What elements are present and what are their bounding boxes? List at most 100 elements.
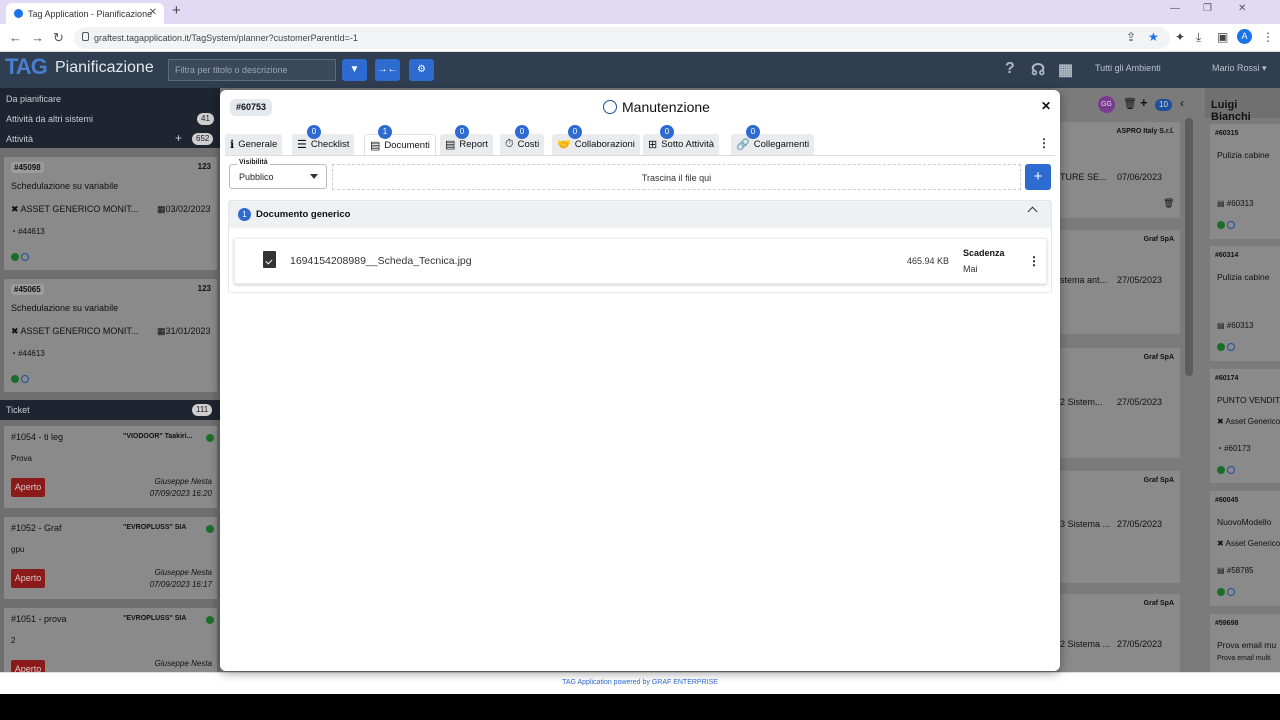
document-options-icon[interactable]: ⋮ [1028, 254, 1040, 268]
bg-card[interactable]: Graf SpA 2 Sistema ... 27/05/2023 [1060, 594, 1180, 672]
add-activity-icon[interactable]: + [175, 131, 182, 145]
add-icon[interactable]: + [1140, 95, 1148, 110]
ticket-customer: "EVROPLUSS" SIA [123, 524, 187, 531]
bg-card-trash-icon[interactable]: 🗑 [1163, 198, 1174, 209]
bg-card-text: 2 Sistem... [1060, 397, 1103, 407]
status-empty-dot [21, 375, 29, 383]
apps-grid-icon[interactable]: ▦ [1058, 60, 1073, 80]
more-options-icon[interactable]: ⋮ [1038, 136, 1050, 150]
settings-button[interactable]: ⚙ [409, 59, 434, 81]
document-group-title: Documento generico [256, 209, 351, 220]
browser-tab-bar: Tag Application - Pianificazione ✕ + — ❐… [0, 0, 1280, 24]
tab-label: Documenti [384, 139, 430, 151]
url-field[interactable]: graftest.tagapplication.it/TagSystem/pla… [74, 27, 1170, 49]
share-icon[interactable]: ⇪ [1126, 30, 1136, 44]
gg-avatar[interactable]: GG [1098, 96, 1115, 113]
ticket-card[interactable]: #1054 - ti leg "VIODOOR" Taakiri... Prov… [4, 426, 217, 508]
ticket-date: 07/09/2023 16:17 [149, 580, 212, 589]
bg-card-text: 3 Sistema ... [1060, 519, 1111, 529]
search-input[interactable]: Filtra per titolo o descrizione [168, 59, 336, 81]
file-dropzone[interactable]: Trascina il file qui [332, 164, 1021, 190]
bg-card-ref-text: #58785 [1226, 566, 1254, 575]
close-tab-icon[interactable]: ✕ [149, 7, 157, 18]
download-icon[interactable]: ⤓ [1196, 30, 1201, 45]
status-circle-icon [603, 100, 617, 114]
altri-sistemi-label[interactable]: Attività da altri sistemi [6, 114, 93, 124]
status-empty-dot [1227, 466, 1235, 474]
environment-selector[interactable]: Tutti gli Ambienti [1095, 63, 1161, 73]
bg-card-text: stema ant... [1060, 275, 1108, 285]
card-date-text: 03/02/2023 [165, 204, 211, 214]
collapse-button[interactable]: →← [375, 59, 400, 81]
document-group-header[interactable] [229, 201, 1051, 228]
bg-card[interactable]: Graf SpA 2 Sistem... 27/05/2023 [1060, 348, 1180, 458]
forward-icon[interactable]: → [31, 30, 44, 45]
document-name[interactable]: 1694154208989__Scheda_Tecnica.jpg [290, 255, 472, 267]
status-empty-dot [1227, 343, 1235, 351]
card-asset: ✖ ASSET GENERICO MONIT... [11, 204, 139, 214]
bg-card[interactable]: #60314 Pulizia cabine ▤ #60313 [1210, 246, 1280, 361]
user-menu[interactable]: Mario Rossi ▾ [1212, 63, 1267, 74]
ticket-card[interactable]: #1052 - Graf "EVROPLUSS" SIA gpu Aperto … [4, 517, 217, 599]
column-scrollbar[interactable] [1185, 118, 1193, 376]
card-date-text: 31/01/2023 [165, 326, 211, 336]
status-green-dot [1217, 343, 1225, 351]
bg-card[interactable]: ASPRO Italy S.r.l. TURE SE... 07/06/2023… [1060, 122, 1180, 218]
document-row[interactable]: 1694154208989__Scheda_Tecnica.jpg 465.94… [234, 238, 1047, 284]
bg-card[interactable]: #59698 Prova email mu Prova email multi [1210, 614, 1280, 672]
bg-card[interactable]: Graf SpA stema ant... 27/05/2023 [1060, 230, 1180, 334]
bg-card-id: #60174 [1215, 375, 1239, 382]
support-icon[interactable]: ☊ [1031, 60, 1045, 80]
bg-card-asset-text: Asset Generico [1225, 539, 1280, 548]
tab-documenti-badge: 1 [378, 125, 392, 139]
browser-menu-icon[interactable]: ⋮ [1262, 30, 1274, 44]
footer-text[interactable]: TAG Application powered by GRAF ENTERPRI… [0, 679, 1280, 686]
profile-avatar[interactable]: A [1237, 29, 1252, 44]
tab-checklist[interactable]: ☰ Checklist [292, 134, 355, 155]
new-tab-icon[interactable]: + [172, 2, 181, 19]
bg-card-id: #60314 [1215, 252, 1239, 259]
stopwatch-icon: ⏱ [505, 138, 514, 150]
bg-card-ref: ▤ #58785 [1217, 566, 1254, 575]
minimize-icon[interactable]: — [1170, 3, 1180, 14]
tab-collegamenti[interactable]: 🔗 Collegamenti [731, 134, 815, 155]
bg-card-title: Prova email mu [1217, 640, 1277, 650]
tab-generale[interactable]: ℹ Generale [225, 134, 283, 155]
status-dots [1217, 466, 1235, 474]
da-pianificare-label[interactable]: Da pianificare [6, 94, 61, 104]
activity-card[interactable]: #45098 123 Schedulazione su variabile ✖ … [4, 157, 217, 270]
add-document-button[interactable]: + [1025, 164, 1051, 190]
status-green-dot [1217, 466, 1225, 474]
bg-card[interactable]: #60045 NuovoModello ✖ Asset Generico ▤ #… [1210, 491, 1280, 606]
reload-icon[interactable]: ↻ [53, 30, 64, 46]
browser-tab[interactable]: Tag Application - Pianificazione ✕ [6, 3, 164, 24]
attivita-label[interactable]: Attività [6, 134, 33, 144]
ticket-card[interactable]: #1051 - prova "EVROPLUSS" SIA 2 Aperto G… [4, 608, 217, 679]
filter-button[interactable]: ▼ [342, 59, 367, 81]
tab-label: Collegamenti [753, 139, 810, 150]
help-icon[interactable]: ? [1005, 60, 1015, 78]
tab-collaborazioni[interactable]: 🤝 Collaborazioni [552, 134, 640, 155]
chevron-left-icon[interactable]: ‹ [1180, 96, 1184, 110]
bg-card[interactable]: #60174 PUNTO VENDITA ✖ Asset Generico ◔ … [1210, 369, 1280, 483]
trash-icon[interactable]: 🗑 [1123, 97, 1137, 110]
ticket-count: 111 [192, 404, 213, 416]
extensions-icon[interactable]: ✦ [1175, 30, 1185, 44]
tab-sotto-attivita[interactable]: ⊞ Sotto Attività [643, 134, 720, 155]
tab-label: Collaborazioni [574, 139, 635, 150]
bg-card-id: #59698 [1215, 620, 1239, 627]
tab-documenti[interactable]: ▤ Documenti [364, 134, 436, 155]
ticket-status-dot [206, 525, 214, 533]
bg-card[interactable]: #60315 Pulizia cabine ▤ #60313 [1210, 124, 1280, 239]
activity-card[interactable]: #45065 123 Schedulazione su variabile ✖ … [4, 279, 217, 392]
back-icon[interactable]: ← [9, 30, 22, 45]
close-window-icon[interactable]: ✕ [1238, 3, 1246, 14]
altri-sistemi-count: 41 [197, 113, 214, 125]
restore-icon[interactable]: ❐ [1203, 3, 1212, 14]
sidepanel-icon[interactable]: ▣ [1217, 30, 1228, 44]
ticket-description: gpu [11, 545, 25, 554]
status-empty-dot [1227, 221, 1235, 229]
close-icon[interactable]: ✕ [1041, 99, 1051, 113]
bookmark-star-icon[interactable]: ★ [1148, 30, 1159, 44]
bg-card[interactable]: Graf SpA 3 Sistema ... 27/05/2023 [1060, 471, 1180, 583]
